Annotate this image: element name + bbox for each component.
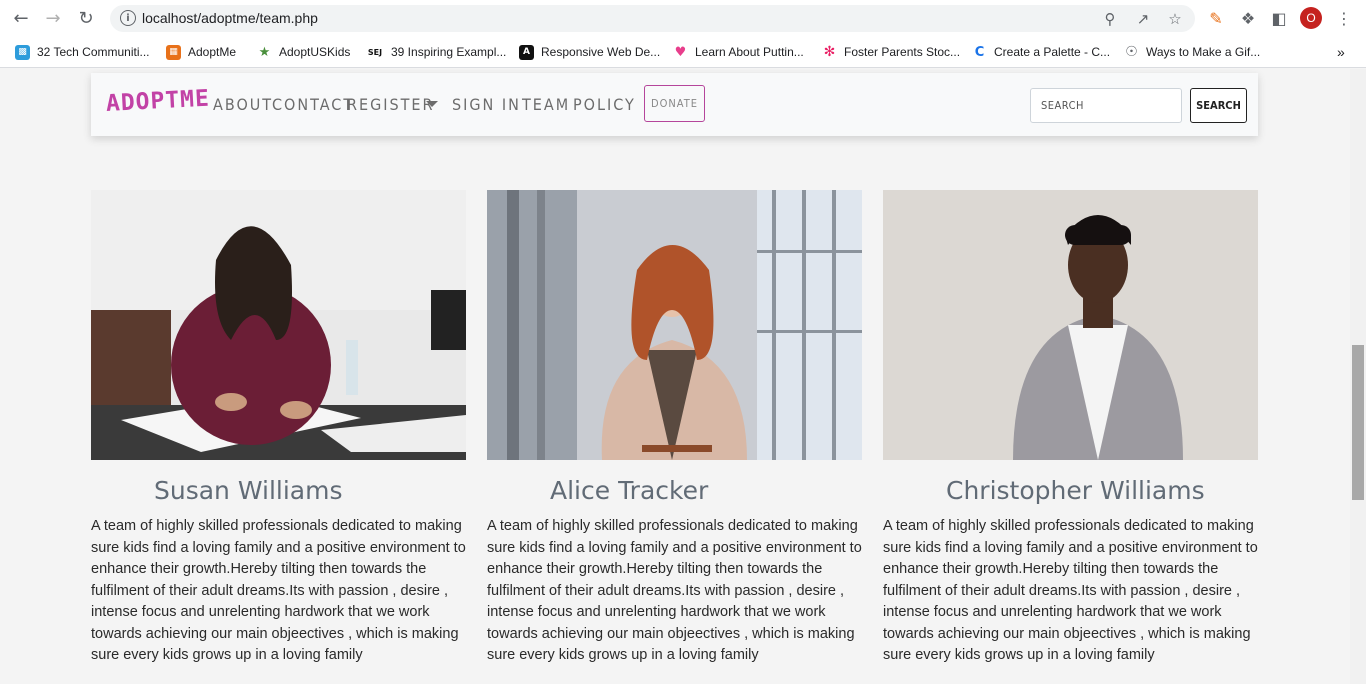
- grid-icon: ▦: [166, 44, 181, 60]
- nav-link-about[interactable]: ABOUT: [213, 95, 273, 114]
- team-card: Christopher Williams A team of highly sk…: [883, 190, 1258, 663]
- donate-button[interactable]: DONATE: [644, 85, 705, 122]
- nav-link-sign-in[interactable]: SIGN IN: [452, 95, 521, 114]
- team-member-name: Christopher Williams: [946, 476, 1205, 505]
- bookmark-item[interactable]: ▦ AdoptMe: [166, 42, 236, 62]
- browser-toolbar: ← → ↻ i localhost/adoptme/team.php ⚲ ↗ ☆…: [0, 0, 1366, 36]
- puzzle-extensions-icon[interactable]: ❖: [1237, 7, 1259, 29]
- bookmark-label: Learn About Puttin...: [695, 45, 804, 59]
- bookmark-label: AdoptUSKids: [279, 45, 351, 59]
- bookmark-label: Create a Palette - C...: [994, 45, 1111, 59]
- bookmark-label: Ways to Make a Gif...: [1146, 45, 1261, 59]
- site-navbar: ADOPTME ABOUT CONTACT REGISTER SIGN IN T…: [91, 73, 1258, 136]
- register-dropdown-caret-icon[interactable]: [426, 101, 438, 107]
- side-panel-icon[interactable]: ◧: [1268, 7, 1290, 29]
- url-text[interactable]: localhost/adoptme/team.php: [142, 10, 318, 26]
- bookmark-label: 39 Inspiring Exampl...: [391, 45, 507, 59]
- bookmark-label: Responsive Web De...: [541, 45, 661, 59]
- nav-link-policy[interactable]: POLICY: [573, 95, 636, 114]
- page-viewport: ADOPTME ABOUT CONTACT REGISTER SIGN IN T…: [0, 69, 1350, 684]
- more-bookmarks-chevron-icon[interactable]: »: [1337, 42, 1345, 62]
- site-info-icon[interactable]: i: [120, 10, 136, 26]
- team-member-description: A team of highly skilled professionals d…: [487, 518, 862, 663]
- team-member-name: Alice Tracker: [550, 476, 709, 505]
- nav-link-team[interactable]: TEAM: [522, 95, 570, 114]
- c-icon: C: [974, 44, 985, 60]
- bookmark-label: 32 Tech Communiti...: [37, 45, 150, 59]
- bookmark-item[interactable]: ★ AdoptUSKids: [257, 42, 351, 62]
- back-arrow-icon[interactable]: ←: [10, 7, 32, 29]
- scrollbar-thumb[interactable]: [1352, 345, 1364, 500]
- team-member-photo: [487, 190, 862, 460]
- bookmark-item[interactable]: A Responsive Web De...: [519, 42, 660, 62]
- team-member-description: A team of highly skilled professionals d…: [883, 518, 1258, 663]
- zoom-icon[interactable]: ⚲: [1100, 9, 1120, 29]
- bookmark-item[interactable]: ☉ Ways to Make a Gif...: [1124, 42, 1260, 62]
- team-card: Susan Williams A team of highly skilled …: [91, 190, 466, 663]
- forward-arrow-icon[interactable]: →: [42, 7, 64, 29]
- globe-icon: ☉: [1125, 44, 1138, 60]
- reload-icon[interactable]: ↻: [75, 7, 97, 29]
- bookmark-item[interactable]: SEJ 39 Inspiring Exampl...: [366, 42, 507, 62]
- bookmark-item[interactable]: ♥ Learn About Puttin...: [673, 42, 804, 62]
- team-member-name: Susan Williams: [154, 476, 343, 505]
- bookmark-label: Foster Parents Stoc...: [844, 45, 961, 59]
- bookmark-item[interactable]: ▩ 32 Tech Communiti...: [15, 42, 150, 62]
- box-icon: ▩: [15, 44, 30, 60]
- brand-logo[interactable]: ADOPTME: [105, 86, 210, 117]
- team-card: Alice Tracker A team of highly skilled p…: [487, 190, 862, 663]
- share-icon[interactable]: ↗: [1133, 9, 1153, 29]
- bookmark-star-icon[interactable]: ☆: [1165, 9, 1185, 29]
- a-icon: A: [519, 44, 534, 60]
- profile-avatar[interactable]: O: [1300, 7, 1322, 29]
- team-member-description: A team of highly skilled professionals d…: [91, 518, 466, 663]
- sej-icon: SEJ: [367, 47, 383, 57]
- bookmark-item[interactable]: ✻ Foster Parents Stoc...: [822, 42, 960, 62]
- bookmarks-bar: ▩ 32 Tech Communiti... ▦ AdoptMe ★ Adopt…: [0, 36, 1366, 68]
- team-member-photo: [883, 190, 1258, 460]
- team-member-photo: [91, 190, 466, 460]
- bookmark-item[interactable]: C Create a Palette - C...: [972, 42, 1110, 62]
- heart-icon: ♥: [674, 44, 687, 60]
- bookmark-label: AdoptMe: [188, 45, 237, 59]
- pencil-extension-icon[interactable]: ✎: [1205, 7, 1227, 29]
- page-scrollbar[interactable]: [1350, 69, 1366, 684]
- person-icon: ★: [258, 44, 271, 60]
- swirl-icon: ✻: [823, 44, 836, 60]
- nav-link-contact[interactable]: CONTACT: [272, 95, 354, 114]
- more-menu-icon[interactable]: ⋮: [1333, 7, 1355, 29]
- address-bar[interactable]: i localhost/adoptme/team.php ⚲ ↗ ☆: [110, 5, 1195, 32]
- search-button[interactable]: SEARCH: [1190, 88, 1247, 123]
- search-input[interactable]: [1030, 88, 1182, 123]
- nav-link-register[interactable]: REGISTER: [347, 95, 435, 114]
